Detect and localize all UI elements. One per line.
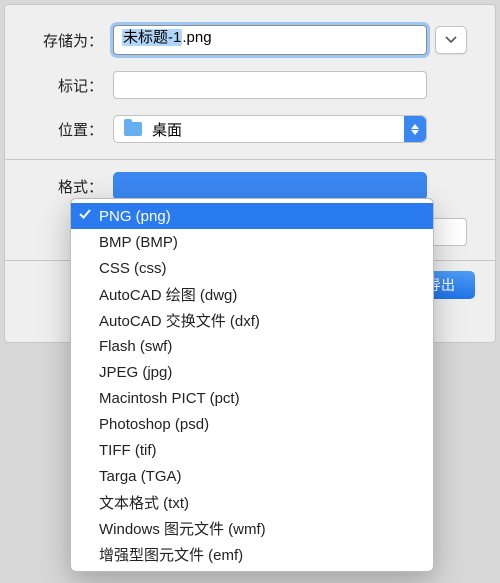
expand-dialog-button[interactable] (435, 26, 467, 54)
format-option[interactable]: Photoshop (psd) (71, 411, 433, 437)
format-option[interactable]: PNG (png) (71, 203, 433, 229)
save-as-row: 存储为： 未标题-1.png (33, 25, 467, 55)
tags-input[interactable] (113, 71, 427, 99)
format-option[interactable]: Macintosh PICT (pct) (71, 385, 433, 411)
chevron-down-icon (445, 36, 457, 44)
format-option[interactable]: 增强型图元文件 (emf) (71, 541, 433, 567)
format-option[interactable]: Flash (swf) (71, 333, 433, 359)
format-dropdown[interactable]: PNG (png)BMP (BMP)CSS (css)AutoCAD 绘图 (d… (70, 198, 434, 572)
check-icon (78, 207, 92, 225)
folder-icon (124, 122, 142, 136)
location-value: 桌面 (152, 119, 182, 140)
format-label: 格式： (33, 176, 103, 197)
divider (5, 159, 495, 160)
format-option[interactable]: 文本格式 (txt) (71, 489, 433, 515)
location-label: 位置： (33, 119, 103, 140)
format-option[interactable]: AutoCAD 绘图 (dwg) (71, 281, 433, 307)
format-option[interactable]: TIFF (tif) (71, 437, 433, 463)
filename-input[interactable]: 未标题-1.png (113, 25, 427, 55)
save-as-label: 存储为： (33, 30, 103, 51)
filename-base-selected: 未标题-1 (122, 29, 182, 46)
tags-label: 标记： (33, 75, 103, 96)
location-row: 位置： 桌面 (33, 115, 467, 143)
tags-row: 标记： (33, 71, 467, 99)
updown-icon (404, 116, 426, 142)
format-option[interactable]: CSS (css) (71, 255, 433, 281)
format-option[interactable]: Targa (TGA) (71, 463, 433, 489)
location-select[interactable]: 桌面 (113, 115, 427, 143)
filename-ext: .png (182, 29, 211, 46)
format-select[interactable] (113, 172, 427, 200)
format-option[interactable]: JPEG (jpg) (71, 359, 433, 385)
format-row: 格式： (5, 172, 495, 200)
format-option[interactable]: BMP (BMP) (71, 229, 433, 255)
format-option[interactable]: Windows 图元文件 (wmf) (71, 515, 433, 541)
format-option[interactable]: AutoCAD 交换文件 (dxf) (71, 307, 433, 333)
